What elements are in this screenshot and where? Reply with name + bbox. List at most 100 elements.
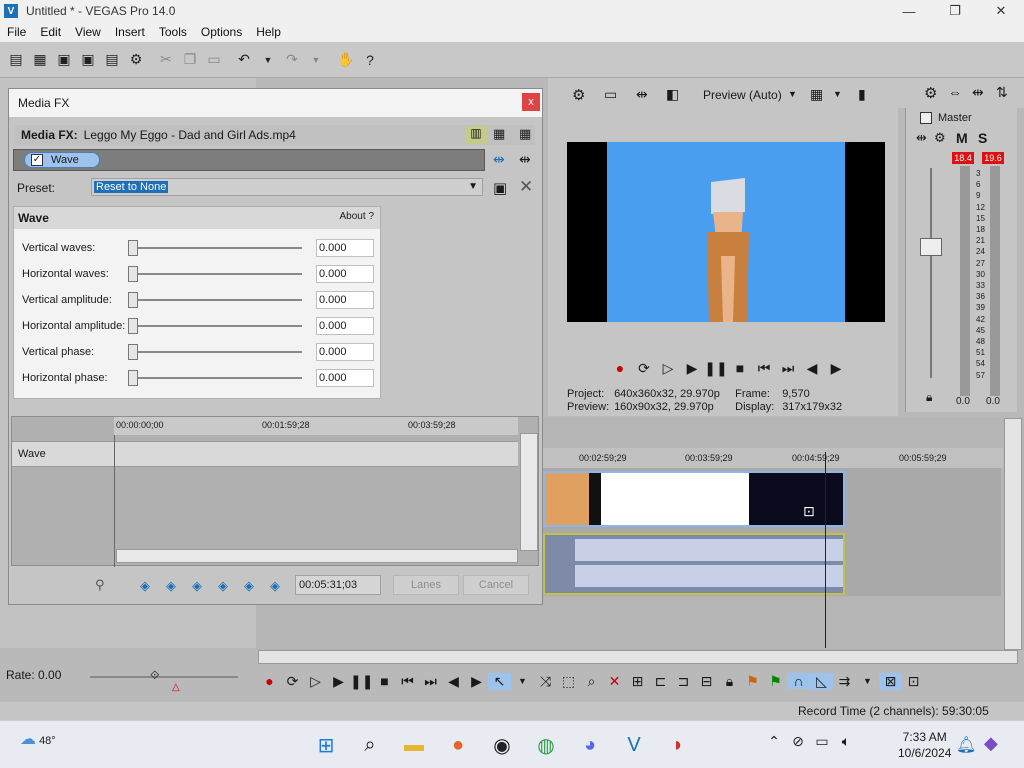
selection-tool-icon[interactable]: ⬚ [557,673,580,690]
save-as-icon[interactable]: ▣ [78,50,98,70]
properties-gear-icon[interactable]: ⚙ [126,50,146,70]
menu-help[interactable]: Help [249,25,288,39]
param-value-input[interactable]: 0.000 [316,369,374,387]
trim-icon[interactable]: ⊞ [626,673,649,690]
param-slider-track[interactable] [128,273,302,275]
discord-icon[interactable]: ◕ [572,729,608,761]
volume-icon[interactable]: 🔈︎ [834,733,858,750]
menu-edit[interactable]: Edit [33,25,68,39]
menu-tools[interactable]: Tools [152,25,194,39]
tl-end-icon[interactable]: ⏭ [419,673,442,690]
prev-frame-icon[interactable]: ◀ [800,360,824,380]
headphones-app-icon[interactable]: ◗ [660,729,696,761]
preview-quality-dropdown[interactable]: Preview (Auto) [703,88,782,102]
file-explorer-icon[interactable]: ▬ [396,729,432,761]
copy-icon[interactable]: ❐ [180,50,200,70]
preset-dropdown[interactable]: Reset to None ▼ [91,178,483,196]
preset-dropdown-arrow-icon[interactable]: ▼ [468,181,478,192]
first-keyframe-icon[interactable]: ◈ [137,578,153,594]
remove-plugin-icon[interactable]: ⇹ [519,151,531,168]
tl-stop-icon[interactable]: ■ [373,673,396,689]
auto-ripple-icon[interactable]: ⇉ [833,673,856,690]
tl-play-start-icon[interactable]: ▷ [304,673,327,690]
next-frame-icon[interactable]: ▶ [824,360,848,380]
weather-widget[interactable]: ☁ 48° [20,729,56,749]
play-from-start-icon[interactable]: ▷ [656,360,680,380]
taskbar-clock[interactable]: 7:33 AM 10/6/2024 [898,729,951,761]
timeline-vscroll[interactable] [1004,418,1022,650]
network-off-icon[interactable]: ⊘ [786,733,810,750]
tl-start-icon[interactable]: ⏮ [396,673,419,690]
cut-icon[interactable]: ✂ [156,50,176,70]
param-slider-track[interactable] [128,299,302,301]
search-icon[interactable]: ⌕ [352,729,388,761]
lock-icon[interactable]: 🔒︎ [718,673,741,690]
keyframe-vscroll[interactable] [520,433,538,551]
param-slider-thumb[interactable] [128,266,138,282]
video-event[interactable]: ⊡ [543,471,845,527]
tl-prev-frame-icon[interactable]: ◀ [442,673,465,690]
master-mute-button[interactable]: M [956,130,968,146]
keyframe-row-wave[interactable]: Wave [12,441,518,467]
master-fx-gear-icon[interactable]: ⚙ [934,130,946,146]
obs-icon[interactable]: ◉ [484,729,520,761]
tl-pause-icon[interactable]: ❚❚ [350,673,373,690]
master-checkbox-icon[interactable] [920,112,932,124]
delete-keyframe-icon[interactable]: ◈ [267,578,283,594]
master-link-icon[interactable]: ⇹ [972,84,984,101]
rate-slider[interactable] [90,676,238,678]
master-gear-icon[interactable]: ⚙ [924,84,937,102]
notification-bell-icon[interactable]: 🔔︎ [956,735,976,755]
param-slider-thumb[interactable] [128,370,138,386]
open-folder-icon[interactable]: ▦ [30,50,50,70]
overlays-grid-icon[interactable]: ▦ [810,86,823,103]
zoom-tool-icon[interactable]: ⌕ [580,673,603,690]
trim-end-icon[interactable]: ⊐ [672,673,695,690]
copilot-icon[interactable]: ◆ [984,733,998,754]
firefox-icon[interactable]: ● [440,729,476,761]
tl-record-icon[interactable]: ● [258,673,281,689]
tl-loop-icon[interactable]: ⟳ [281,673,304,690]
delete-preset-icon[interactable]: ✕ [519,177,533,197]
close-window-button[interactable]: ✕ [978,0,1024,22]
help-icon[interactable]: ? [360,50,380,70]
normal-edit-tool-icon[interactable]: ↖ [488,672,511,690]
copy-snapshot-icon[interactable]: ▮ [858,86,866,103]
audio-event[interactable] [543,533,845,595]
preview-quality-arrow-icon[interactable]: ▼ [788,89,797,99]
about-link[interactable]: About ? [340,211,374,222]
master-lock-icon[interactable]: 🔒︎ [926,390,932,405]
master-fx-icon[interactable]: ⇹ [916,130,927,146]
snapping-icon[interactable]: ∩ [787,673,810,689]
envelope-tool-icon[interactable]: ⤨ [534,673,557,690]
tl-next-frame-icon[interactable]: ▶ [465,673,488,690]
prev-keyframe-icon[interactable]: ◈ [163,578,179,594]
event-pan-crop-icon[interactable]: ⊡ [803,503,815,520]
redo-icon[interactable]: ↷ [282,50,302,70]
param-slider-thumb[interactable] [128,318,138,334]
keyframe-time-field[interactable]: 00:05:31;03 [295,575,381,595]
add-plugin-icon[interactable]: ⇹ [493,151,505,168]
edit-tool-dropdown-icon[interactable]: ▼ [511,676,534,686]
param-value-input[interactable]: 0.000 [316,265,374,283]
redo-dropdown-icon[interactable]: ▼ [306,50,326,70]
master-fader-handle[interactable] [920,238,942,256]
undo-icon[interactable]: ↶ [234,50,254,70]
preview-mode-icon[interactable]: ◧ [666,86,679,103]
param-slider-thumb[interactable] [128,344,138,360]
param-slider-thumb[interactable] [128,292,138,308]
master-downmix-icon[interactable]: ⇔ [948,84,962,100]
vegas-taskbar-icon[interactable]: V [616,729,652,761]
param-slider-thumb[interactable] [128,240,138,256]
menu-file[interactable]: File [0,25,33,39]
overlays-arrow-icon[interactable]: ▼ [833,89,842,99]
param-slider-track[interactable] [128,325,302,327]
cancel-button[interactable]: Cancel [463,575,529,595]
play-icon[interactable]: ▶ [680,360,704,380]
chrome-icon[interactable]: ◍ [528,729,564,761]
tl-play-icon[interactable]: ▶ [327,673,350,690]
minimize-button[interactable]: — [886,0,932,22]
plugin-icon[interactable]: ✋ [336,50,356,70]
pause-icon[interactable]: ❚❚ [704,360,728,380]
view-mode-2-icon[interactable]: ▦ [493,126,505,142]
